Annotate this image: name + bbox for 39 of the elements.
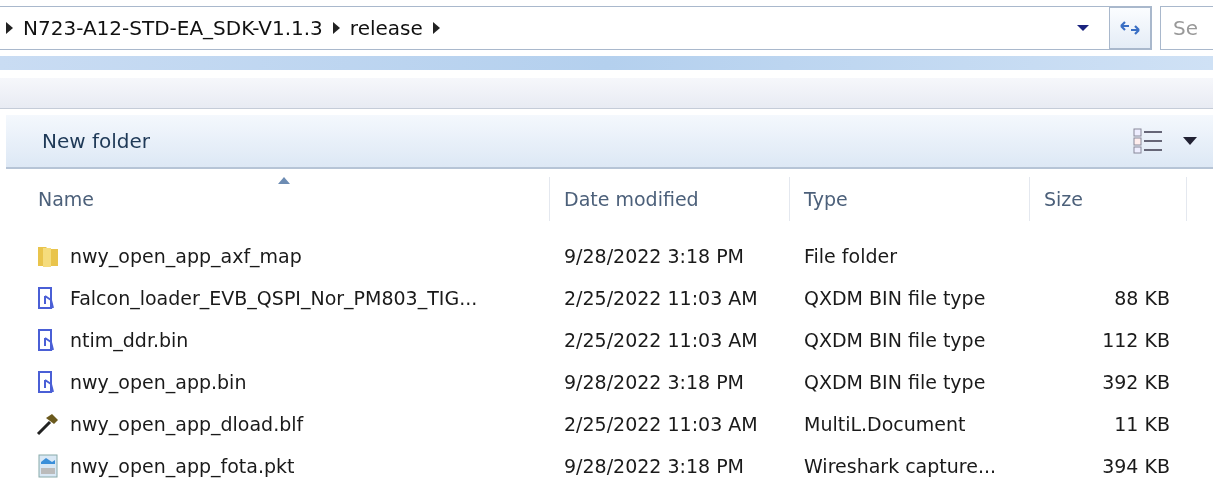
new-folder-button[interactable]: New folder bbox=[42, 129, 151, 153]
type-cell-text: QXDM BIN file type bbox=[803, 287, 987, 309]
file-name[interactable]: nwy_open_app_fota.pkt bbox=[70, 455, 295, 477]
breadcrumb[interactable]: release bbox=[349, 16, 423, 40]
file-name[interactable]: nwy_open_app_axf_map bbox=[70, 245, 302, 267]
type-cell-text: QXDM BIN file type bbox=[803, 329, 987, 351]
date-cell-text: 9/28/2022 3:18 PM bbox=[563, 371, 746, 393]
address-bar[interactable]: N723-A12-STD-EA_SDK-V1.1.3 release bbox=[0, 6, 1152, 50]
view-list-icon bbox=[1133, 128, 1163, 154]
refresh-icon bbox=[1119, 19, 1141, 37]
date-cell-text: 9/28/2022 3:18 PM bbox=[563, 245, 746, 267]
size-cell-text: 394 KB bbox=[1101, 455, 1170, 477]
size-cell-text: 11 KB bbox=[1113, 413, 1170, 435]
file-name[interactable]: Falcon_loader_EVB_QSPI_Nor_PM803_TIG... bbox=[70, 287, 478, 309]
breadcrumb[interactable]: N723-A12-STD-EA_SDK-V1.1.3 bbox=[23, 16, 323, 40]
type-cell-text: Wireshark capture... bbox=[803, 455, 997, 477]
file-name[interactable]: nwy_open_app_dload.blf bbox=[70, 413, 304, 435]
date-cell-text: 2/25/2022 11:03 AM bbox=[563, 329, 759, 351]
type-cell-text: File folder bbox=[803, 245, 898, 267]
type-cell-text: MultiL.Document bbox=[803, 413, 967, 435]
date-cell-text: 9/28/2022 3:18 PM bbox=[563, 455, 746, 477]
folder-icon bbox=[36, 244, 60, 268]
date-cell-text: 2/25/2022 11:03 AM bbox=[563, 413, 759, 435]
file-name[interactable]: nwy_open_app.bin bbox=[70, 371, 247, 393]
dropdown-icon[interactable] bbox=[1077, 25, 1089, 31]
hammer-icon bbox=[36, 412, 60, 436]
refresh-button[interactable] bbox=[1109, 7, 1151, 49]
chevron-icon bbox=[6, 22, 13, 34]
search-field[interactable]: Se bbox=[1160, 6, 1213, 50]
chevron-icon bbox=[432, 22, 440, 34]
dropdown-icon bbox=[1183, 137, 1197, 145]
type-cell-text: QXDM BIN file type bbox=[803, 371, 987, 393]
size-cell-text: 392 KB bbox=[1101, 371, 1170, 393]
date-cell-text: 2/25/2022 11:03 AM bbox=[563, 287, 759, 309]
chevron-icon bbox=[332, 22, 340, 34]
size-cell-text: 88 KB bbox=[1113, 287, 1170, 309]
size-cell-text: 112 KB bbox=[1101, 329, 1170, 351]
file-name[interactable]: ntim_ddr.bin bbox=[70, 329, 189, 351]
packet-file-icon bbox=[36, 454, 60, 478]
